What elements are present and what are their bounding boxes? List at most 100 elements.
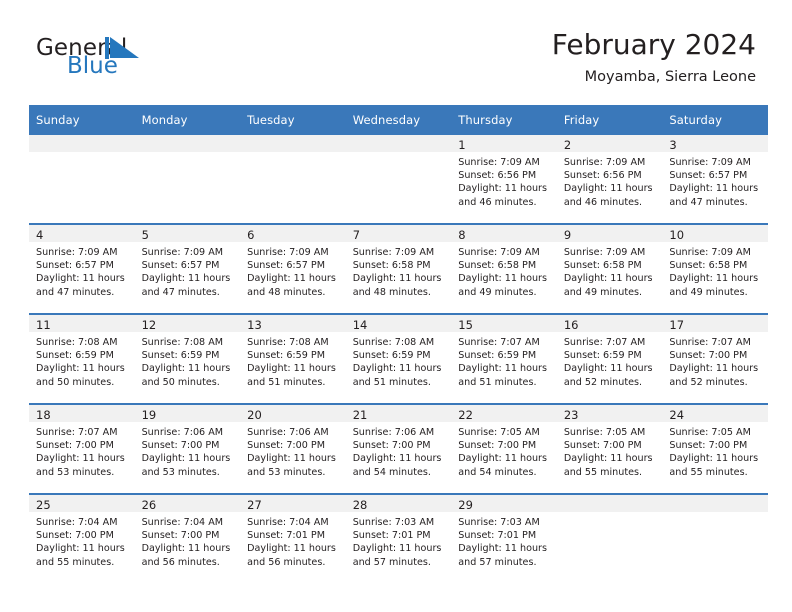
day-details: Sunrise: 7:07 AM Sunset: 6:59 PM Daylight:…	[451, 332, 557, 389]
day-number-band: 29	[451, 495, 557, 512]
calendar-day-cell[interactable]: 13 Sunrise: 7:08 AM Sunset: 6:59 PM Dayligh…	[240, 313, 346, 404]
day-details: Sunrise: 7:06 AM Sunset: 7:00 PM Daylight:…	[135, 422, 241, 479]
day-number: 19	[141, 408, 157, 422]
day-number-band: 1	[451, 135, 557, 152]
daylight-text-line2: and 55 minutes.	[669, 466, 748, 478]
calendar-day-cell[interactable]: 29 Sunrise: 7:03 AM Sunset: 7:01 PM Dayligh…	[451, 493, 557, 583]
calendar-day-cell-empty	[345, 135, 452, 224]
daylight-text-line2: and 56 minutes.	[141, 556, 220, 568]
sunset-text: Sunset: 7:01 PM	[247, 530, 325, 542]
day-number: 16	[563, 318, 579, 332]
sunrise-text: Sunrise: 7:08 AM	[352, 337, 435, 348]
daylight-text-line2: and 48 minutes.	[352, 286, 431, 298]
sunset-text: Sunset: 6:58 PM	[458, 260, 537, 272]
day-number: 25	[36, 498, 51, 512]
calendar-day-cell[interactable]: 28 Sunrise: 7:03 AM Sunset: 7:01 PM Dayligh…	[345, 493, 452, 583]
day-details: Sunrise: 7:05 AM Sunset: 7:00 PM Daylight:…	[557, 422, 663, 479]
sunset-text: Sunset: 7:00 PM	[141, 530, 220, 542]
day-number: 14	[352, 318, 368, 332]
location-subtitle: Moyamba, Sierra Leone	[584, 69, 756, 85]
calendar-header-row: Sunday Monday Tuesday Wednesday Thursday…	[29, 105, 768, 135]
calendar-day-cell[interactable]: 10 Sunrise: 7:09 AM Sunset: 6:58 PM Dayligh…	[662, 223, 768, 314]
page-title: February 2024	[551, 28, 756, 61]
day-details: Sunrise: 7:04 AM Sunset: 7:00 PM Daylight:…	[135, 512, 241, 569]
sunset-text: Sunset: 6:59 PM	[247, 350, 325, 362]
daylight-text-line1: Daylight: 11 hours	[352, 543, 442, 555]
calendar-day-cell[interactable]: 6 Sunrise: 7:09 AM Sunset: 6:57 PM Daylight…	[240, 223, 346, 314]
daylight-text-line2: and 53 minutes.	[247, 466, 326, 478]
daylight-text-line1: Daylight: 11 hours	[141, 543, 231, 555]
calendar-day-cell[interactable]: 17 Sunrise: 7:07 AM Sunset: 7:00 PM Dayligh…	[662, 313, 768, 404]
daylight-text-line1: Daylight: 11 hours	[141, 453, 231, 465]
sunrise-text: Sunrise: 7:09 AM	[458, 157, 540, 168]
calendar-day-cell[interactable]: 25 Sunrise: 7:04 AM Sunset: 7:00 PM Dayligh…	[29, 493, 135, 583]
day-number-band: 6	[240, 225, 346, 242]
day-number: 17	[669, 318, 685, 332]
sunrise-text: Sunrise: 7:03 AM	[352, 517, 435, 528]
day-number: 7	[352, 228, 361, 242]
calendar-day-cell[interactable]: 5 Sunrise: 7:09 AM Sunset: 6:57 PM Daylight…	[134, 223, 241, 314]
day-details: Sunrise: 7:05 AM Sunset: 7:00 PM Daylight:…	[662, 422, 768, 479]
calendar-day-cell[interactable]: 23 Sunrise: 7:05 AM Sunset: 7:00 PM Dayligh…	[556, 403, 663, 494]
calendar-day-cell[interactable]: 4 Sunrise: 7:09 AM Sunset: 6:57 PM Daylight…	[29, 223, 135, 314]
sunrise-text: Sunrise: 7:05 AM	[458, 427, 540, 438]
calendar-day-cell[interactable]: 1 Sunrise: 7:09 AM Sunset: 6:56 PM Daylight…	[451, 135, 557, 224]
day-details: Sunrise: 7:08 AM Sunset: 6:59 PM Daylight:…	[29, 332, 135, 389]
sunrise-text: Sunrise: 7:09 AM	[563, 247, 646, 258]
day-details: Sunrise: 7:07 AM Sunset: 7:00 PM Daylight:…	[29, 422, 135, 479]
calendar-day-cell[interactable]: 14 Sunrise: 7:08 AM Sunset: 6:59 PM Dayligh…	[345, 313, 452, 404]
sunset-text: Sunset: 6:58 PM	[563, 260, 642, 272]
calendar-day-cell[interactable]: 24 Sunrise: 7:05 AM Sunset: 7:00 PM Dayligh…	[662, 403, 768, 494]
sunrise-text: Sunrise: 7:04 AM	[141, 517, 224, 528]
daylight-text-line1: Daylight: 11 hours	[669, 363, 759, 375]
calendar-week-row: 1 Sunrise: 7:09 AM Sunset: 6:56 PM Daylight…	[29, 135, 768, 224]
daylight-text-line2: and 47 minutes.	[141, 286, 220, 298]
daylight-text-line2: and 47 minutes.	[36, 286, 115, 298]
daylight-text-line2: and 52 minutes.	[669, 376, 748, 388]
calendar-day-cell[interactable]: 21 Sunrise: 7:06 AM Sunset: 7:00 PM Dayligh…	[345, 403, 452, 494]
day-number: 23	[563, 408, 579, 422]
calendar-day-cell[interactable]: 3 Sunrise: 7:09 AM Sunset: 6:57 PM Daylight…	[662, 135, 768, 224]
calendar-day-cell[interactable]: 7 Sunrise: 7:09 AM Sunset: 6:58 PM Daylight…	[345, 223, 452, 314]
day-number: 28	[352, 498, 368, 512]
calendar-day-cell[interactable]: 11 Sunrise: 7:08 AM Sunset: 6:59 PM Dayligh…	[29, 313, 135, 404]
day-number-band: 20	[240, 405, 346, 422]
day-number: 13	[247, 318, 262, 332]
brand-logo[interactable]: General Blue	[36, 36, 256, 84]
day-number-band: 10	[662, 225, 768, 242]
daylight-text-line1: Daylight: 11 hours	[36, 363, 125, 375]
calendar-day-cell[interactable]: 12 Sunrise: 7:08 AM Sunset: 6:59 PM Dayligh…	[134, 313, 241, 404]
daylight-text-line2: and 56 minutes.	[247, 556, 326, 568]
day-number-band: 24	[662, 405, 768, 422]
day-details: Sunrise: 7:09 AM Sunset: 6:58 PM Daylight:…	[662, 242, 768, 299]
sunrise-text: Sunrise: 7:07 AM	[669, 337, 751, 348]
daylight-text-line1: Daylight: 11 hours	[458, 273, 547, 285]
day-number-band	[345, 135, 452, 152]
daylight-text-line1: Daylight: 11 hours	[352, 363, 442, 375]
day-number-band: 9	[556, 225, 663, 242]
sunset-text: Sunset: 6:59 PM	[352, 350, 431, 362]
sunrise-text: Sunrise: 7:03 AM	[458, 517, 540, 528]
calendar-day-cell[interactable]: 20 Sunrise: 7:06 AM Sunset: 7:00 PM Dayligh…	[240, 403, 346, 494]
daylight-text-line1: Daylight: 11 hours	[36, 453, 125, 465]
calendar-day-cell[interactable]: 15 Sunrise: 7:07 AM Sunset: 6:59 PM Dayligh…	[451, 313, 557, 404]
calendar-day-cell[interactable]: 26 Sunrise: 7:04 AM Sunset: 7:00 PM Dayligh…	[134, 493, 241, 583]
day-number-band	[134, 135, 241, 152]
calendar-day-cell[interactable]: 27 Sunrise: 7:04 AM Sunset: 7:01 PM Dayligh…	[240, 493, 346, 583]
day-details: Sunrise: 7:06 AM Sunset: 7:00 PM Daylight:…	[240, 422, 346, 479]
daylight-text-line1: Daylight: 11 hours	[352, 453, 442, 465]
calendar-day-cell[interactable]: 18 Sunrise: 7:07 AM Sunset: 7:00 PM Dayligh…	[29, 403, 135, 494]
sunrise-text: Sunrise: 7:05 AM	[563, 427, 646, 438]
calendar-day-cell[interactable]: 22 Sunrise: 7:05 AM Sunset: 7:00 PM Dayligh…	[451, 403, 557, 494]
calendar-day-cell[interactable]: 9 Sunrise: 7:09 AM Sunset: 6:58 PM Daylight…	[556, 223, 663, 314]
day-number-band: 18	[29, 405, 135, 422]
calendar-day-cell[interactable]: 19 Sunrise: 7:06 AM Sunset: 7:00 PM Dayligh…	[134, 403, 241, 494]
calendar-table: Sunday Monday Tuesday Wednesday Thursday…	[29, 105, 768, 583]
daylight-text-line1: Daylight: 11 hours	[669, 453, 759, 465]
daylight-text-line2: and 51 minutes.	[247, 376, 326, 388]
calendar-day-cell[interactable]: 16 Sunrise: 7:07 AM Sunset: 6:59 PM Dayligh…	[556, 313, 663, 404]
day-number: 27	[247, 498, 262, 512]
calendar-day-cell[interactable]: 2 Sunrise: 7:09 AM Sunset: 6:56 PM Daylight…	[556, 135, 663, 224]
daylight-text-line2: and 50 minutes.	[141, 376, 220, 388]
calendar-day-cell[interactable]: 8 Sunrise: 7:09 AM Sunset: 6:58 PM Daylight…	[451, 223, 557, 314]
